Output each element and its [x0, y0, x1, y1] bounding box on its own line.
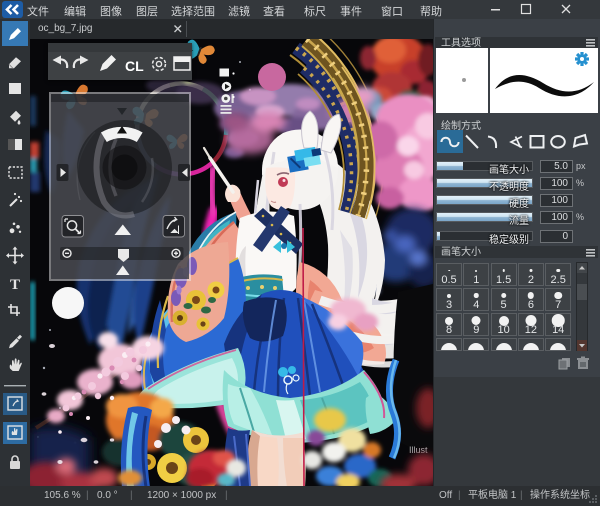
- svg-text:T: T: [10, 277, 20, 293]
- svg-text:CL: CL: [125, 58, 144, 74]
- svg-text:Illust: Illust: [409, 445, 428, 455]
